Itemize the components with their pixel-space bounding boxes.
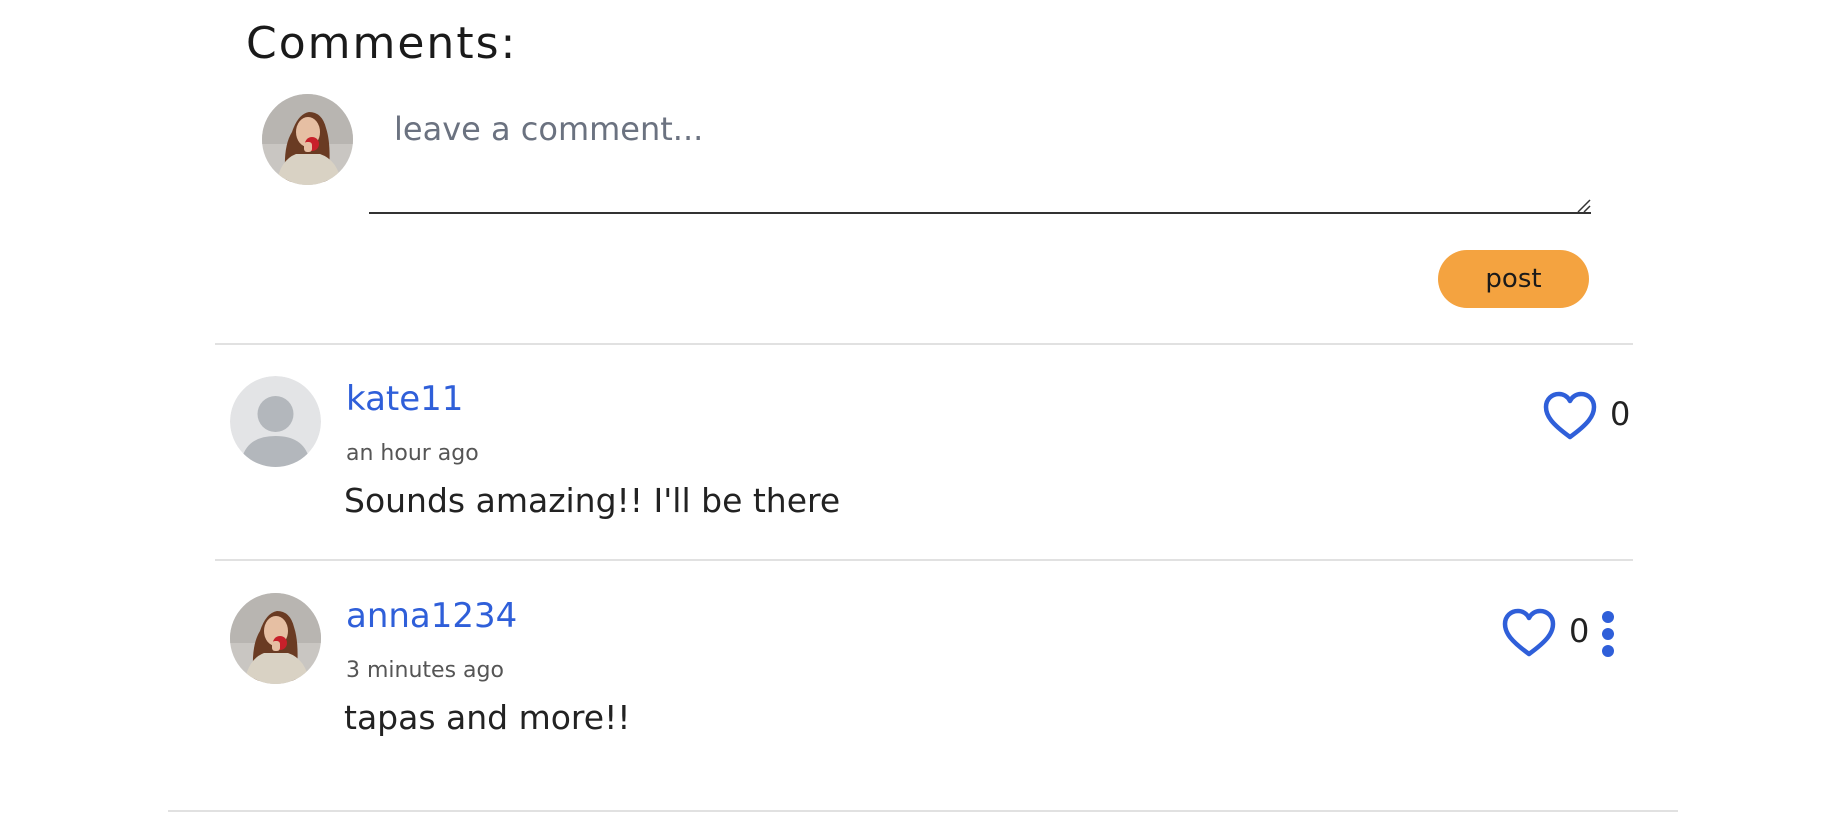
heart-outline-icon[interactable] <box>1501 607 1557 659</box>
user-avatar <box>230 593 321 684</box>
comment-timestamp: 3 minutes ago <box>346 658 504 683</box>
default-avatar-icon <box>230 376 321 467</box>
heart-outline-icon[interactable] <box>1542 390 1598 442</box>
bottom-divider <box>168 810 1678 812</box>
comment-username[interactable]: anna1234 <box>346 596 517 636</box>
resize-handle-icon[interactable] <box>1575 197 1591 213</box>
section-divider <box>215 343 1633 345</box>
vertical-ellipsis-icon[interactable] <box>1600 610 1616 658</box>
comment-divider <box>215 559 1633 561</box>
like-count: 0 <box>1610 395 1631 433</box>
current-user-avatar <box>262 94 353 185</box>
like-count: 0 <box>1569 612 1590 650</box>
post-button[interactable]: post <box>1438 250 1589 308</box>
comment-text: tapas and more!! <box>344 698 631 737</box>
comment-timestamp: an hour ago <box>346 441 479 466</box>
comment-text: Sounds amazing!! I'll be there <box>344 481 841 520</box>
comment-username[interactable]: kate11 <box>346 379 463 419</box>
comments-heading: Comments: <box>246 18 518 69</box>
comment-input[interactable] <box>369 102 1591 214</box>
